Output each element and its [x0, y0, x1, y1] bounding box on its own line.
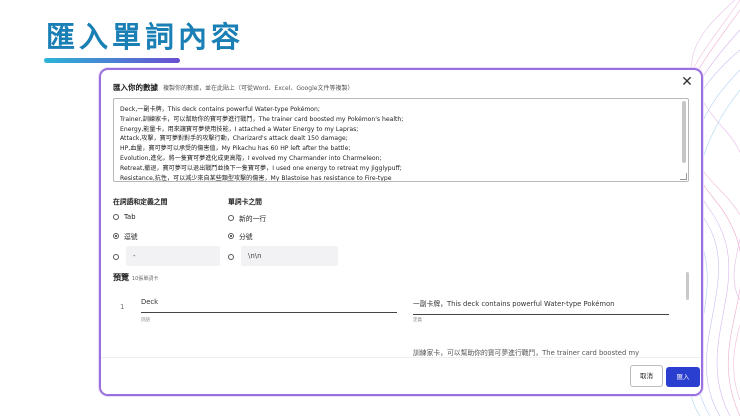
radio-checked-icon[interactable]: [113, 233, 119, 239]
data-line: Retreat,撤退，寶可夢可以退出戰鬥並換下一隻寶可夢，I used one …: [120, 164, 402, 172]
dialog-footer: 取消 匯入: [101, 357, 701, 394]
data-line: Deck,一副卡牌，This deck contains powerful Wa…: [120, 106, 320, 113]
preview-title: 預覽: [113, 273, 129, 282]
definition-caption: 定義: [413, 318, 422, 323]
radio-checked-icon[interactable]: [228, 233, 234, 239]
page-title: 匯入單詞內容: [46, 20, 245, 54]
data-line: Attack,攻擊，寶可夢對對手的攻擊行動，Charizard's attack…: [120, 135, 348, 143]
card-number: 1: [120, 303, 125, 311]
definition-field[interactable]: 一副卡牌，This deck contains powerful Water-t…: [413, 298, 669, 315]
term-sep-custom-input[interactable]: -: [126, 246, 220, 266]
import-hint: 複製你的數據，並在此貼上（可從Word、Excel、Google文件等複製）: [163, 85, 354, 92]
card-sep-custom-input[interactable]: \n\n: [241, 246, 338, 266]
import-label: 匯入你的數據: [113, 83, 158, 92]
radio-icon[interactable]: [113, 254, 119, 260]
term-sep-option-custom[interactable]: [113, 254, 124, 260]
term-sep-option-comma[interactable]: 逗號: [113, 231, 138, 241]
close-icon[interactable]: ✕: [679, 74, 695, 90]
data-line: Energy,能量卡，用來讓寶可夢使用技能，I attached a Water…: [120, 125, 359, 133]
data-line: Trainer,訓練家卡，可以幫助你的寶可夢進行戰鬥，The trainer c…: [120, 115, 404, 123]
cancel-button[interactable]: 取消: [630, 365, 663, 387]
resize-handle[interactable]: [680, 173, 687, 180]
textarea-scrollbar[interactable]: [682, 101, 686, 163]
card-sep-option-custom[interactable]: [228, 254, 239, 260]
card-sep-option-semicolon[interactable]: 分號: [228, 231, 253, 241]
data-line: Resistance,抗性，可以減少來自某些類型攻擊的傷害，My Blastoi…: [120, 174, 392, 182]
term-separator-title: 在詞語和定義之間: [113, 198, 168, 206]
term-caption: 詞語: [141, 318, 150, 323]
radio-icon[interactable]: [228, 215, 234, 221]
data-line: Evolution,進化，將一隻寶可夢進化成更高階，I evolved my C…: [120, 154, 382, 162]
card-sep-option-newline[interactable]: 新的一行: [228, 213, 266, 223]
import-dialog: ✕ 匯入你的數據 複製你的數據，並在此貼上（可從Word、Excel、Googl…: [99, 68, 703, 396]
import-data-textarea[interactable]: Deck,一副卡牌，This deck contains powerful Wa…: [113, 98, 689, 182]
title-underline: [44, 58, 180, 63]
card-separator-title: 單詞卡之間: [228, 198, 262, 206]
preview-scrollbar[interactable]: [686, 272, 689, 300]
term-field[interactable]: Deck: [141, 298, 397, 313]
term-sep-option-tab[interactable]: Tab: [113, 213, 136, 221]
import-button[interactable]: 匯入: [666, 367, 700, 387]
data-line: HP,血量，寶可夢可以承受的傷害值，My Pikachu has 60 HP l…: [120, 145, 351, 153]
radio-icon[interactable]: [113, 214, 119, 220]
radio-icon[interactable]: [228, 254, 234, 260]
preview-count: 10張單詞卡: [132, 276, 159, 282]
